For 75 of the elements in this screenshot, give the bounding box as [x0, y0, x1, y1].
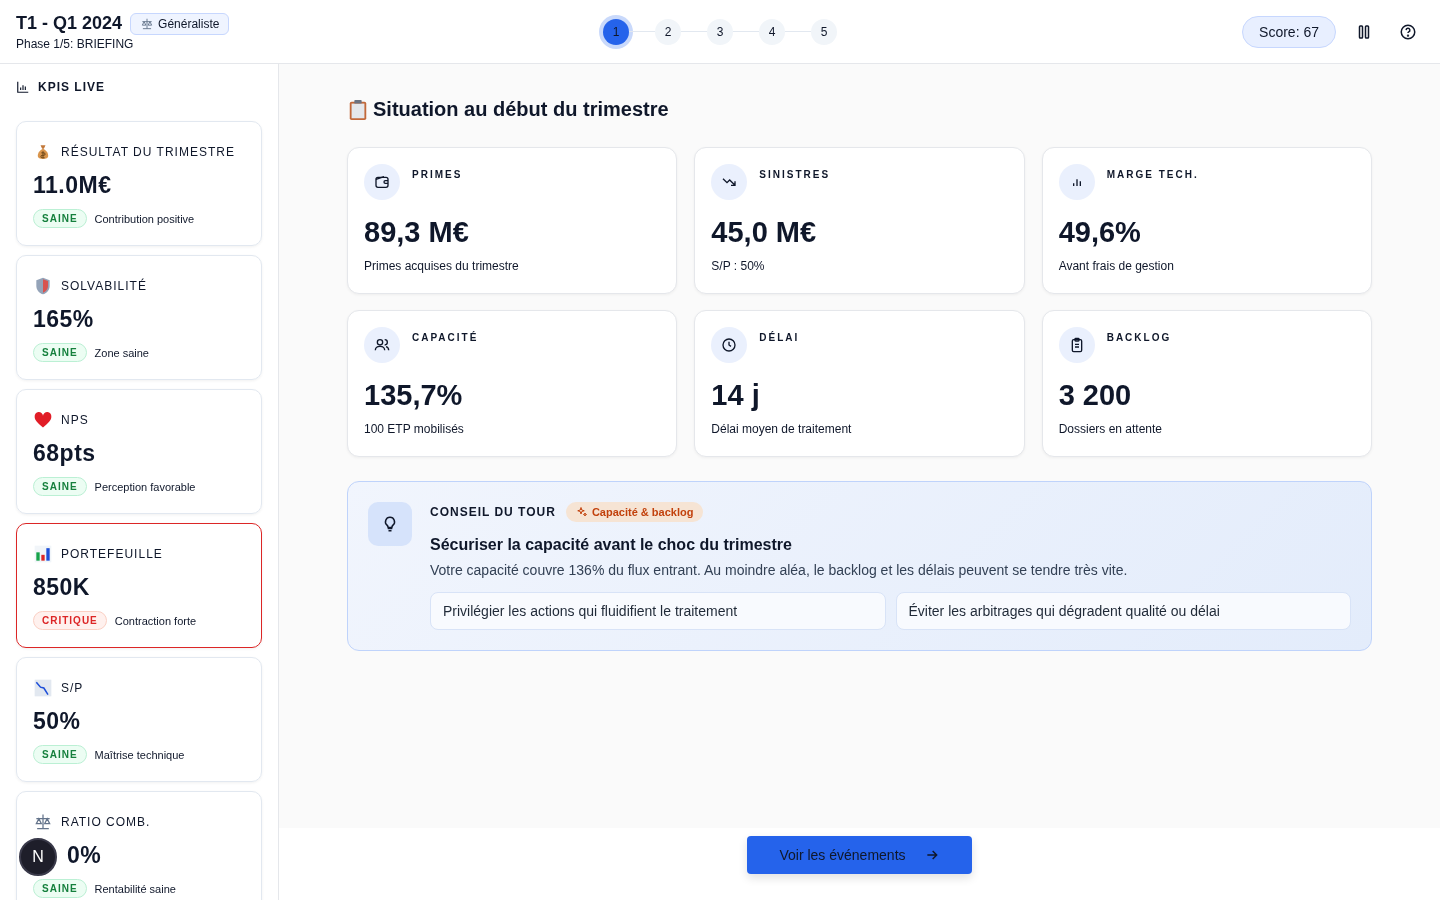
- metric-value: 135,7%: [364, 379, 464, 412]
- metric-value: 45,0 M€: [711, 216, 818, 249]
- advice-tip: Éviter les arbitrages qui dégradent qualité ou délai: [895, 592, 1351, 630]
- kpi-value: 850K: [33, 574, 90, 601]
- metric-value: 89,3 M€: [364, 216, 470, 249]
- kpi-value: 165%: [33, 306, 94, 333]
- score-badge: Score: 67: [1242, 15, 1336, 48]
- bar-chart-icon: [16, 80, 30, 94]
- step-indicator[interactable]: 2: [655, 18, 681, 45]
- kpi-note: Contribution positive: [94, 212, 195, 225]
- round-title: T1 - Q1 2024: [16, 13, 123, 34]
- kpi-label: NPS: [61, 413, 89, 427]
- kpi-label: RATIO COMB.: [61, 815, 151, 829]
- metric-icon: [364, 327, 400, 363]
- bar-chart-icon: [33, 544, 53, 564]
- metric-label: CAPACITÉ: [412, 332, 479, 343]
- status-badge: SAINE: [33, 745, 87, 764]
- shield-icon: [33, 276, 53, 296]
- kpi-label: PORTEFEUILLE: [61, 547, 163, 561]
- lightbulb-icon: [368, 502, 412, 546]
- kpi-note: Rentabilité saine: [94, 882, 176, 895]
- sparkle-icon: [575, 506, 588, 518]
- metric-icon: [711, 164, 748, 200]
- status-badge: SAINE: [33, 209, 87, 228]
- metric-value: 14 j: [711, 379, 761, 412]
- advice-title: CONSEIL DU TOUR: [430, 505, 556, 519]
- status-badge: CRITIQUE: [33, 611, 107, 630]
- metric-icon: [364, 164, 400, 200]
- advice-text: Votre capacité couvre 136% du flux entrant. Au moindre aléa, le backlog et les délais peuvent se tendre très vite.: [430, 562, 1129, 578]
- metric-icon: [711, 327, 748, 363]
- scale-icon: [140, 16, 155, 31]
- metric-label: SINISTRES: [759, 169, 831, 180]
- sidebar-title: KPIS LIVE: [38, 80, 105, 94]
- heart-icon: [33, 410, 53, 430]
- kpi-label: SOLVABILITÉ: [61, 279, 147, 293]
- kpi-label: RÉSULTAT DU TRIMESTRE: [61, 145, 235, 159]
- metric-caption: 100 ETP mobilisés: [364, 422, 465, 436]
- topic-tag: Capacité & backlog: [565, 502, 704, 522]
- metric-value: 49,6%: [1058, 216, 1142, 249]
- metric-label: DÉLAI: [759, 332, 800, 343]
- profile-badge: Généraliste: [130, 12, 230, 35]
- metric-label: BACKLOG: [1106, 332, 1172, 343]
- advice-headline: Sécuriser la capacité avant le choc du trimestre: [430, 536, 793, 554]
- kpi-label: S/P: [61, 681, 84, 695]
- kpi-note: Maîtrise technique: [94, 748, 185, 761]
- phase-label: Phase 1/5: BRIEFING: [16, 36, 135, 51]
- metric-caption: Dossiers en attente: [1058, 422, 1164, 436]
- step-indicator[interactable]: 5: [811, 18, 837, 45]
- advice-tip: Privilégier les actions qui fluidifient le traitement: [430, 592, 886, 630]
- metric-value: 3 200: [1058, 379, 1133, 412]
- kpi-note: Zone saine: [94, 346, 149, 359]
- clipboard-icon: [347, 98, 369, 121]
- metric-caption: Primes acquises du trimestre: [364, 259, 520, 273]
- status-badge: SAINE: [33, 477, 87, 496]
- step-indicator[interactable]: 4: [759, 18, 785, 45]
- metric-label: PRIMES: [412, 169, 463, 180]
- metric-label: MARGE TECH.: [1106, 169, 1199, 180]
- scale-icon: [33, 812, 53, 832]
- metric-icon: [1058, 327, 1095, 363]
- kpi-value: 11.0M€: [33, 172, 112, 199]
- step-indicator[interactable]: 3: [707, 18, 733, 45]
- status-badge: SAINE: [33, 879, 87, 898]
- kpi-note: Perception favorable: [94, 480, 196, 493]
- metric-caption: Délai moyen de traitement: [711, 422, 853, 436]
- help-icon: [1399, 22, 1417, 41]
- status-badge: SAINE: [33, 343, 87, 362]
- metric-caption: S/P : 50%: [711, 259, 766, 273]
- kpi-value: 50%: [33, 708, 81, 735]
- metric-icon: [1058, 164, 1095, 200]
- falling-chart-icon: [33, 678, 53, 698]
- kpi-value: 68pts: [33, 440, 96, 467]
- section-title: Situation au début du trimestre: [373, 98, 669, 121]
- kpi-value: 0%: [67, 842, 102, 869]
- kpi-note: Contraction forte: [114, 614, 197, 627]
- metric-caption: Avant frais de gestion: [1058, 259, 1175, 273]
